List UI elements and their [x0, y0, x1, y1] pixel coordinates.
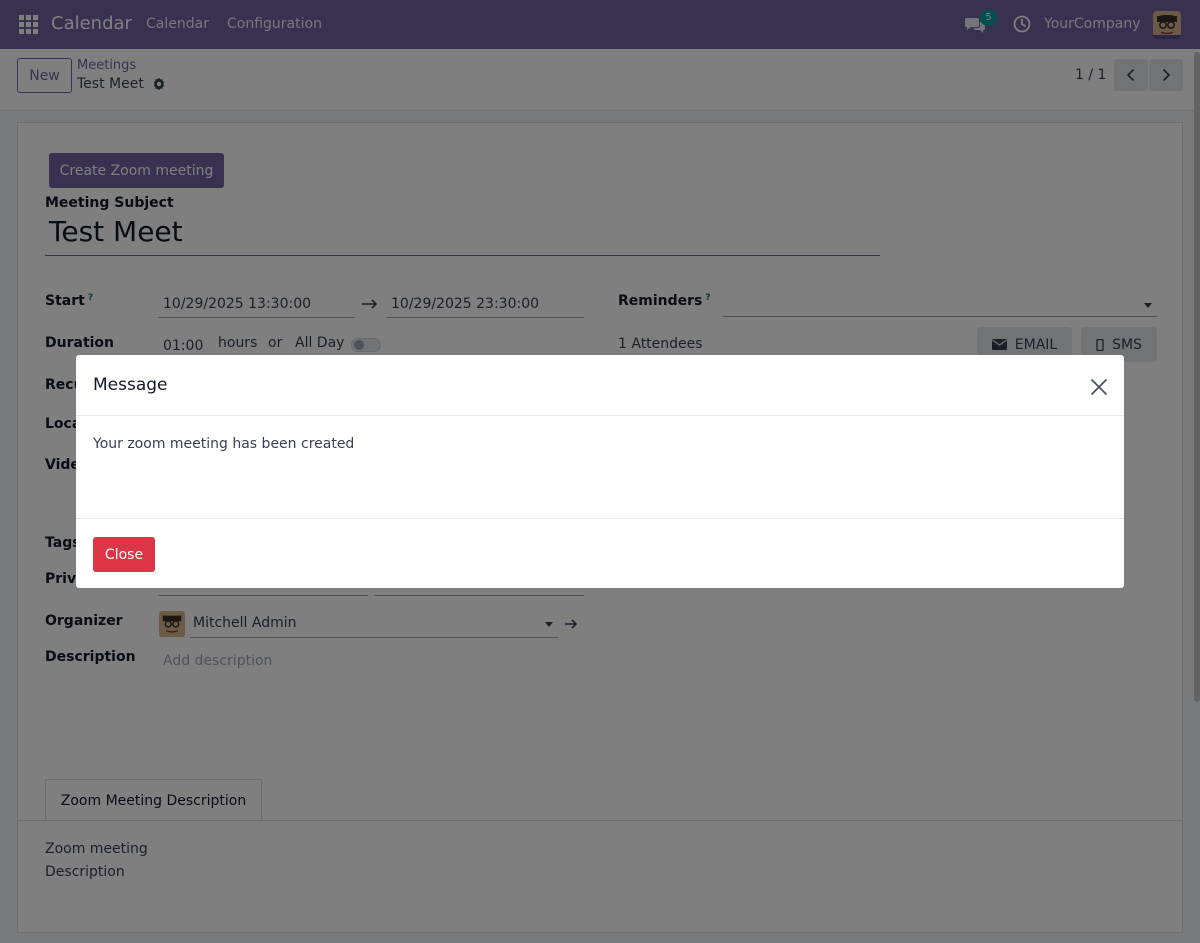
close-button[interactable]: Close — [93, 537, 155, 572]
dialog-title: Message — [93, 375, 168, 395]
dialog-message: Your zoom meeting has been created — [93, 436, 355, 452]
dialog-footer: Close — [76, 518, 1124, 588]
message-dialog: Message Your zoom meeting has been creat… — [76, 355, 1124, 588]
close-icon[interactable] — [1088, 376, 1110, 398]
dialog-header: Message — [76, 355, 1124, 416]
